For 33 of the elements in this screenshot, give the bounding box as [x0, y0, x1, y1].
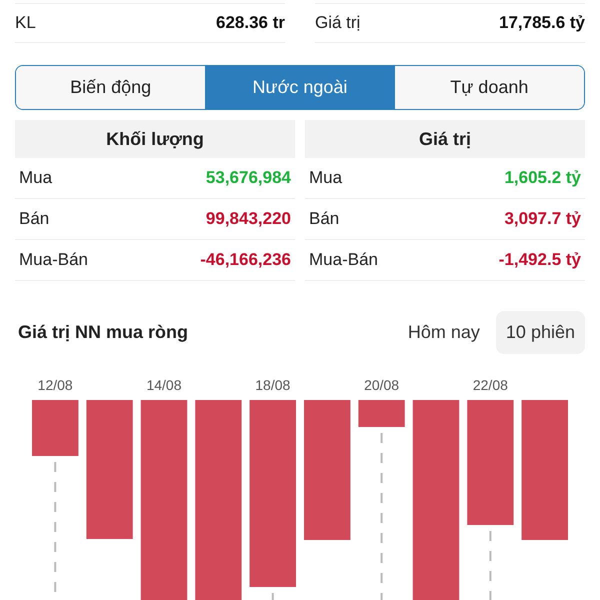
row-value: 53,676,984 — [206, 168, 291, 188]
row-label: Mua-Bán — [19, 250, 88, 270]
summary-value: 17,785.6 tỷ — [498, 13, 585, 33]
table-header: Giá trị — [305, 120, 585, 158]
row-label: Bán — [19, 209, 50, 229]
date-label: 22/08 — [472, 377, 508, 393]
row-label: Mua — [19, 168, 52, 188]
tab[interactable]: Nước ngoài — [205, 66, 395, 109]
tab[interactable]: Biến động — [16, 66, 206, 109]
row-value: 3,097.7 tỷ — [504, 209, 581, 229]
date-label: 18/08 — [255, 377, 290, 393]
date-label: 20/08 — [364, 377, 400, 393]
dashed-guide-line — [489, 531, 492, 600]
row-label: Mua-Bán — [309, 250, 378, 270]
date-label: 12/08 — [38, 377, 73, 393]
row-value: 1,605.2 tỷ — [504, 168, 581, 188]
dashed-guide-line — [272, 593, 274, 600]
row-value: 99,843,220 — [206, 209, 291, 229]
tab[interactable]: Tự doanh — [394, 66, 584, 109]
row-value: -46,166,236 — [200, 250, 291, 270]
period-button[interactable]: 10 phiên — [496, 311, 585, 354]
row-value: -1,492.5 tỷ — [498, 250, 581, 270]
summary-value: 628.36 tr — [216, 13, 285, 33]
bar — [32, 400, 78, 456]
period-button[interactable]: Hôm nay — [398, 311, 490, 354]
row-label: Mua — [309, 168, 342, 188]
summary-label: KL — [15, 13, 36, 33]
bar — [358, 400, 405, 427]
table-header: Khối lượng — [15, 120, 295, 158]
row-label: Bán — [309, 209, 340, 229]
date-label: 14/08 — [146, 377, 182, 393]
summary-label: Giá trị — [315, 13, 360, 33]
chart-title: Giá trị NN mua ròng — [18, 322, 188, 343]
